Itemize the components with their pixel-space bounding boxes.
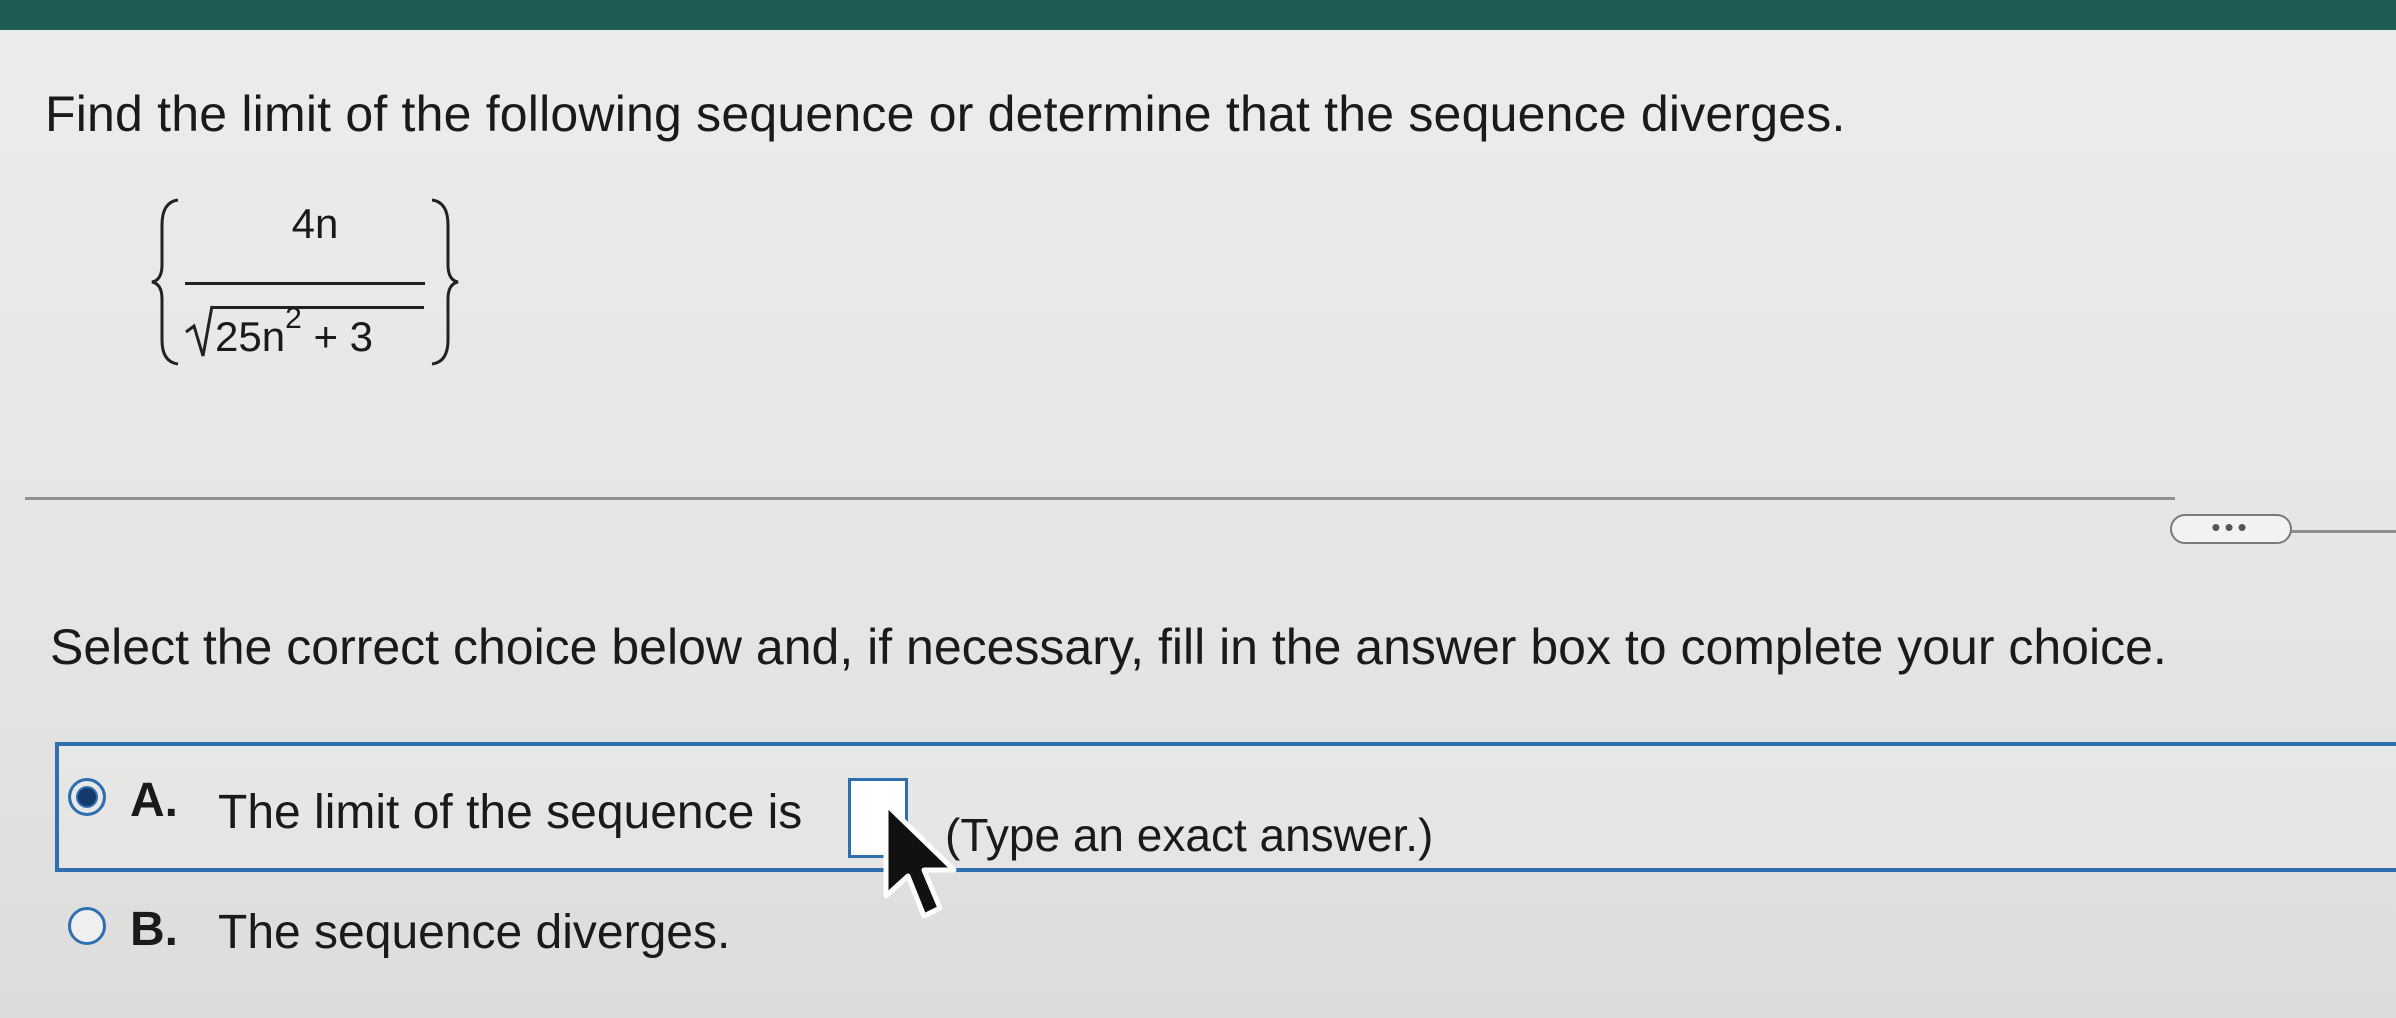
radical-bar: [212, 306, 424, 309]
denominator-rest: + 3: [313, 313, 373, 360]
more-options-button[interactable]: •••: [2170, 514, 2292, 544]
denominator-base: 25n: [215, 313, 286, 360]
choice-a-letter: A.: [130, 774, 178, 827]
choice-b-letter: B.: [130, 903, 178, 956]
window-top-bar: [0, 0, 2396, 30]
choice-b-text: The sequence diverges.: [218, 906, 731, 959]
formula-numerator: 4n: [291, 200, 339, 247]
question-text: Find the limit of the following sequence…: [45, 86, 1846, 142]
choice-a-hint: (Type an exact answer.): [945, 809, 1434, 861]
section-divider-right: [2290, 530, 2396, 533]
denominator-exponent: 2: [285, 302, 302, 335]
choice-a-text: The limit of the sequence is: [218, 786, 803, 839]
formula-denominator: 25n2 + 3: [215, 302, 373, 361]
choice-b-radio[interactable]: [68, 907, 106, 945]
sequence-formula: 4n 25n2 + 3: [150, 180, 460, 385]
choice-a-radio[interactable]: [68, 778, 106, 816]
section-divider: [25, 497, 2175, 500]
fraction-bar: [185, 282, 425, 285]
mouse-pointer-icon: [883, 801, 957, 919]
instruction-text: Select the correct choice below and, if …: [50, 619, 2167, 675]
